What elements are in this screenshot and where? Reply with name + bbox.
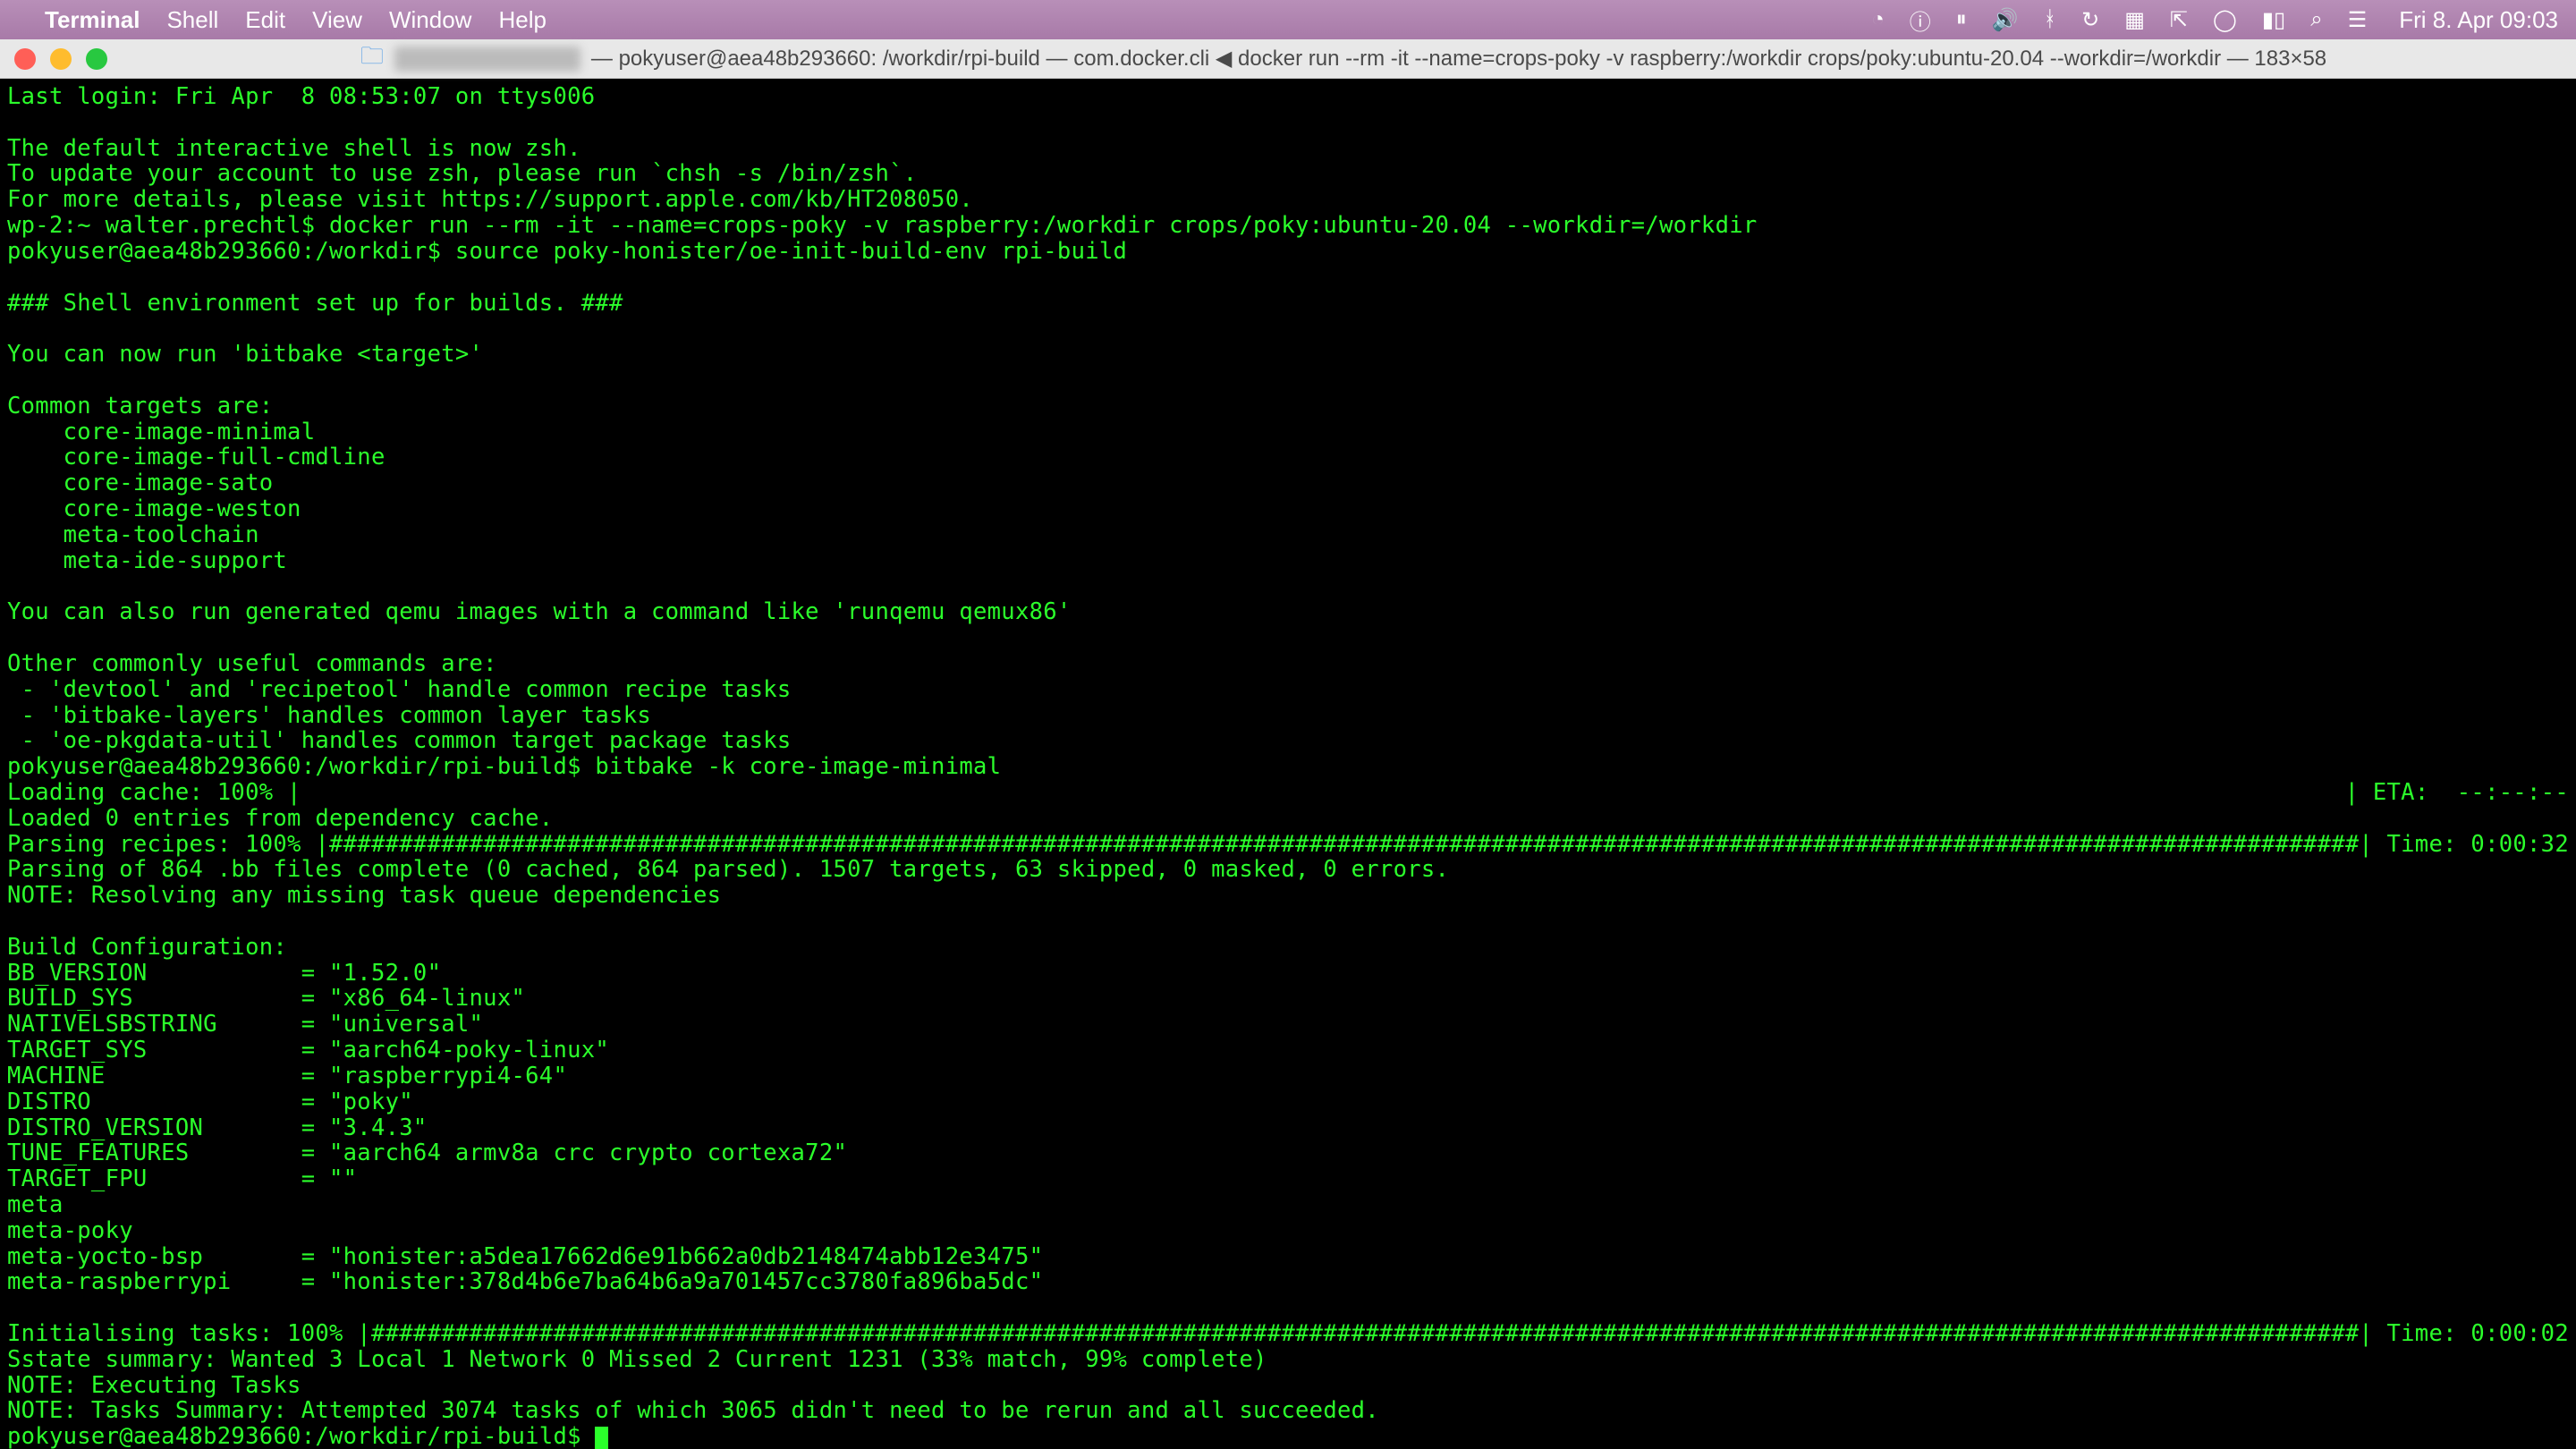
bluetooth-icon[interactable]: ᚼ: [2044, 7, 2056, 32]
conf-12: meta-raspberrypi = "honister:378d4b6e7ba…: [7, 1268, 1043, 1295]
window-title: 🗀 XXXXXXXX — pokyuser@aea48b293660: /wor…: [125, 39, 2562, 79]
volume-icon[interactable]: 🔊: [1992, 7, 2019, 33]
menubar-clock[interactable]: Fri 8. Apr 09:03: [2399, 6, 2558, 34]
conf-3: TARGET_SYS = "aarch64-poky-linux": [7, 1037, 609, 1063]
cache-bar: [301, 780, 2345, 806]
conf-10: meta-poky: [7, 1217, 301, 1244]
init-bar: ########################################…: [371, 1321, 2359, 1347]
conf-9: meta: [7, 1191, 301, 1218]
timemachine-icon[interactable]: ↻: [2081, 7, 2099, 33]
target-0: core-image-minimal: [7, 419, 315, 445]
other-cmd-0: - 'devtool' and 'recipetool' handle comm…: [7, 676, 792, 703]
terminal-viewport[interactable]: Last login: Fri Apr 8 08:53:07 on ttys00…: [0, 79, 2576, 1449]
line-qemu-hint: You can also run generated qemu images w…: [7, 598, 1072, 625]
menu-edit[interactable]: Edit: [245, 6, 285, 34]
line-last-login: Last login: Fri Apr 8 08:53:07 on ttys00…: [7, 83, 595, 110]
title-text: — pokyuser@aea48b293660: /workdir/rpi-bu…: [591, 46, 2326, 72]
line-other-label: Other commonly useful commands are:: [7, 650, 497, 677]
init-right: | Time: 0:00:02: [2359, 1321, 2569, 1347]
cache-left: Loading cache: 100% |: [7, 780, 301, 806]
terminal-cursor: [595, 1427, 608, 1449]
loading-cache-line: Loading cache: 100% | | ETA: --:--:: [7, 780, 2569, 806]
close-button[interactable]: [14, 48, 36, 70]
line-build-conf-header: Build Configuration:: [7, 934, 287, 961]
target-5: meta-ide-support: [7, 547, 287, 574]
line-run-hint: You can now run 'bitbake <target>': [7, 341, 483, 368]
pause-icon[interactable]: ⏸: [1956, 7, 1967, 32]
other-cmd-1: - 'bitbake-layers' handles common layer …: [7, 702, 651, 729]
line-note-exec: NOTE: Executing Tasks: [7, 1372, 301, 1399]
menu-window[interactable]: Window: [389, 6, 471, 34]
other-cmd-2: - 'oe-pkgdata-util' handles common targe…: [7, 727, 792, 754]
obscured-username: XXXXXXXX: [394, 47, 580, 72]
docker-icon[interactable]: ◔: [1871, 7, 1885, 32]
spotlight-icon[interactable]: ⌕: [2310, 7, 2322, 32]
menubar-left: Terminal Shell Edit View Window Help: [18, 6, 547, 34]
line-zsh1: The default interactive shell is now zsh…: [7, 135, 581, 162]
folder-icon: 🗀: [360, 39, 384, 79]
line-zsh3: For more details, please visit https://s…: [7, 186, 973, 213]
conf-8: TARGET_FPU = "": [7, 1165, 357, 1192]
battery-icon[interactable]: ▮▯: [2262, 7, 2285, 33]
line-prompt2: pokyuser@aea48b293660:/workdir$ source p…: [7, 238, 1127, 265]
line-note-summary: NOTE: Tasks Summary: Attempted 3074 task…: [7, 1397, 1379, 1424]
target-4: meta-toolchain: [7, 521, 259, 548]
cache-right: | ETA: --:--:--: [2345, 780, 2569, 806]
conf-0: BB_VERSION = "1.52.0": [7, 960, 441, 987]
zoom-button[interactable]: [86, 48, 107, 70]
line-common-targets-label: Common targets are:: [7, 393, 273, 419]
menu-help[interactable]: Help: [498, 6, 546, 34]
target-3: core-image-weston: [7, 496, 301, 522]
menu-view[interactable]: View: [312, 6, 362, 34]
line-env-header: ### Shell environment set up for builds.…: [7, 290, 623, 317]
conf-11: meta-yocto-bsp = "honister:a5dea17662d6e…: [7, 1243, 1043, 1270]
control-center-icon[interactable]: ☰: [2348, 7, 2368, 33]
line-prompt4: pokyuser@aea48b293660:/workdir/rpi-build…: [7, 1423, 595, 1449]
init-tasks-line: Initialising tasks: 100% |##############…: [7, 1321, 2569, 1347]
menu-shell[interactable]: Shell: [166, 6, 218, 34]
window-titlebar: 🗀 XXXXXXXX — pokyuser@aea48b293660: /wor…: [0, 39, 2576, 79]
conf-5: DISTRO = "poky": [7, 1089, 413, 1115]
conf-4: MACHINE = "raspberrypi4-64": [7, 1063, 567, 1089]
init-left: Initialising tasks: 100% |: [7, 1321, 371, 1347]
line-note-resolve: NOTE: Resolving any missing task queue d…: [7, 882, 721, 909]
line-zsh2: To update your account to use zsh, pleas…: [7, 160, 917, 187]
line-prompt1: wp-2:~ walter.prechtl$ docker run --rm -…: [7, 212, 1758, 239]
conf-6: DISTRO_VERSION = "3.4.3": [7, 1114, 428, 1141]
parse-left: Parsing recipes: 100% |: [7, 832, 329, 858]
conf-1: BUILD_SYS = "x86_64-linux": [7, 985, 525, 1012]
target-2: core-image-sato: [7, 470, 273, 496]
calendar-icon[interactable]: ▦: [2124, 7, 2145, 33]
line-sstate: Sstate summary: Wanted 3 Local 1 Network…: [7, 1346, 1267, 1373]
parse-bar: ########################################…: [329, 832, 2359, 858]
target-1: core-image-full-cmdline: [7, 444, 386, 470]
line-parse-summary: Parsing of 864 .bb files complete (0 cac…: [7, 856, 1449, 883]
conf-2: NATIVELSBSTRING = "universal": [7, 1011, 483, 1038]
line-prompt3: pokyuser@aea48b293660:/workdir/rpi-build…: [7, 753, 1001, 780]
conf-7: TUNE_FEATURES = "aarch64 armv8a crc cryp…: [7, 1140, 847, 1166]
app-name[interactable]: Terminal: [45, 6, 140, 34]
wifi-off-icon[interactable]: ⇱: [2170, 7, 2188, 33]
user-icon[interactable]: ◯: [2213, 7, 2237, 33]
info-icon[interactable]: ⓘ: [1910, 4, 1931, 36]
traffic-lights: [14, 48, 107, 70]
menubar-right: ◔ ⓘ ⏸ 🔊 ᚼ ↻ ▦ ⇱ ◯ ▮▯ ⌕ ☰ Fri 8. Apr 09:0…: [1871, 4, 2558, 36]
macos-menubar: Terminal Shell Edit View Window Help ◔ ⓘ…: [0, 0, 2576, 39]
minimize-button[interactable]: [50, 48, 72, 70]
line-cache-loaded: Loaded 0 entries from dependency cache.: [7, 805, 553, 832]
parsing-recipes-line: Parsing recipes: 100% |#################…: [7, 832, 2569, 858]
parse-right: | Time: 0:00:32: [2359, 832, 2569, 858]
